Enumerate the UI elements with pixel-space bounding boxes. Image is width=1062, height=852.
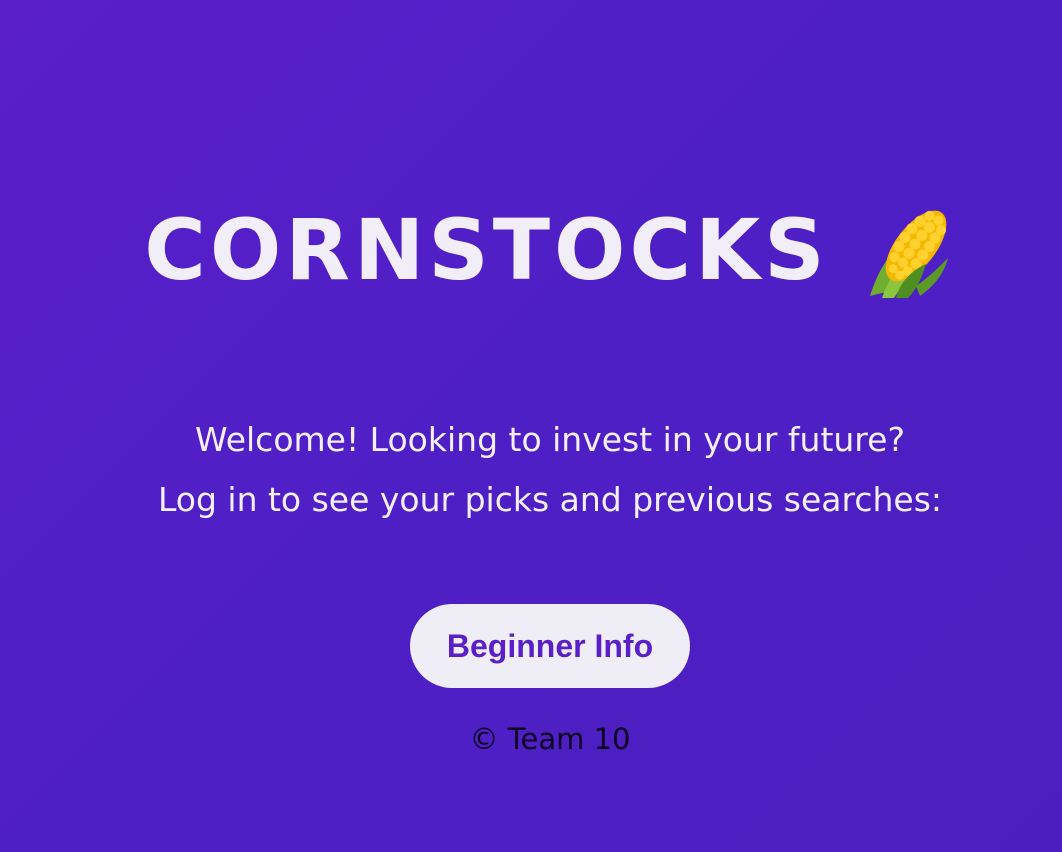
welcome-line-1: Welcome! Looking to invest in your futur… (195, 420, 905, 459)
beginner-info-button[interactable]: Beginner Info (410, 604, 690, 688)
page-header: CORNSTOCKS (0, 200, 1062, 300)
welcome-message: Welcome! Looking to invest in your futur… (0, 410, 1062, 530)
corn-icon (860, 200, 956, 300)
welcome-line-2: Log in to see your picks and previous se… (157, 480, 943, 519)
footer-copyright: © Team 10 (469, 722, 631, 756)
page-title: CORNSTOCKS (144, 201, 829, 299)
